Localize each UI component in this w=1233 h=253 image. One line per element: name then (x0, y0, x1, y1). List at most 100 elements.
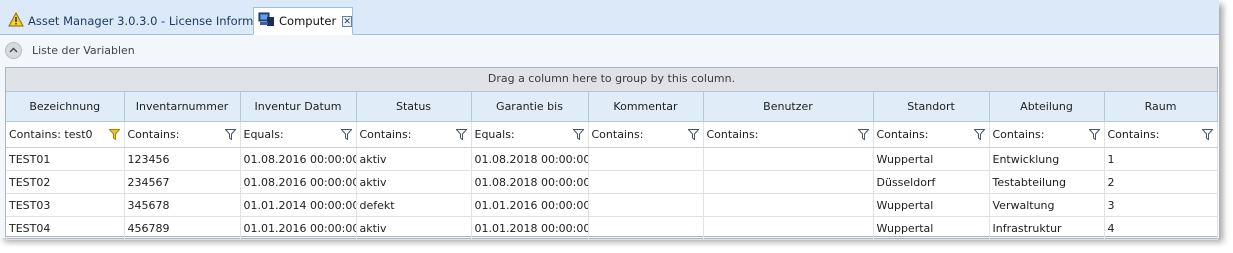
column-header-standort[interactable]: Standort (873, 92, 990, 122)
filter-funnel-icon[interactable] (857, 129, 869, 140)
filter-funnel-icon[interactable] (973, 129, 985, 140)
filter-cell[interactable]: Contains: test0 (6, 121, 125, 148)
filter-text[interactable]: Equals: (244, 128, 284, 141)
filter-cell[interactable]: Equals: (240, 121, 357, 148)
tab-computer[interactable]: Computer ✕ (253, 7, 353, 35)
table-cell[interactable] (588, 193, 704, 217)
filter-funnel-icon[interactable] (1201, 129, 1213, 140)
column-header-inventur-datum[interactable]: Inventur Datum (240, 92, 357, 122)
table-cell[interactable]: 345678 (124, 193, 241, 217)
chevron-up-icon[interactable] (5, 41, 22, 59)
table-cell[interactable] (588, 147, 704, 171)
app-window: Asset Manager 3.0.3.0 - License Informat… (0, 0, 1219, 240)
filter-funnel-icon[interactable] (1088, 129, 1100, 140)
table-cell[interactable] (703, 193, 874, 217)
table-cell[interactable] (588, 170, 704, 194)
table-cell[interactable]: TEST04 (6, 216, 125, 240)
table-cell[interactable]: 3 (1104, 193, 1218, 217)
filter-funnel-icon[interactable] (455, 129, 467, 140)
filter-funnel-icon[interactable] (108, 129, 120, 140)
table-cell[interactable]: 456789 (124, 216, 241, 240)
table-cell[interactable]: 4 (1104, 216, 1218, 240)
table-cell[interactable]: defekt (356, 193, 472, 217)
filter-funnel-icon[interactable] (224, 129, 236, 140)
filter-cell[interactable]: Contains: (356, 121, 472, 148)
table-cell[interactable]: Düsseldorf (873, 170, 990, 194)
filter-cell[interactable]: Contains: (124, 121, 241, 148)
close-icon[interactable]: ✕ (342, 15, 352, 27)
table-cell[interactable]: 01.01.2016 00:00:00 (471, 193, 589, 217)
filter-text[interactable]: Contains: (993, 128, 1045, 141)
table-cell[interactable]: aktiv (356, 216, 472, 240)
warning-icon (8, 11, 24, 30)
data-grid: Drag a column here to group by this colu… (5, 67, 1218, 240)
filter-funnel-icon[interactable] (340, 129, 352, 140)
column-header-raum[interactable]: Raum (1104, 92, 1218, 122)
column-header-bezeichnung[interactable]: Bezeichnung (6, 92, 125, 122)
table-cell[interactable]: 01.08.2018 00:00:00 (471, 170, 589, 194)
table-cell[interactable]: 123456 (124, 147, 241, 171)
table-cell[interactable]: Entwicklung (989, 147, 1105, 171)
table-cell[interactable] (703, 147, 874, 171)
table-cell[interactable]: Wuppertal (873, 216, 990, 240)
table-cell[interactable]: Infrastruktur (989, 216, 1105, 240)
content-panel: Liste der Variablen Drag a column here t… (0, 35, 1219, 240)
computer-icon (258, 12, 275, 30)
table-cell[interactable] (703, 170, 874, 194)
table-cell[interactable]: 2 (1104, 170, 1218, 194)
table-cell[interactable]: Testabteilung (989, 170, 1105, 194)
table-cell[interactable] (703, 216, 874, 240)
table-cell[interactable]: 1 (1104, 147, 1218, 171)
table-cell[interactable]: 01.08.2018 00:00:00 (471, 147, 589, 171)
table-cell[interactable]: Wuppertal (873, 193, 990, 217)
table-cell[interactable]: 234567 (124, 170, 241, 194)
table-cell[interactable]: 01.08.2016 00:00:00 (240, 170, 357, 194)
table-cell[interactable]: 01.01.2014 00:00:00 (240, 193, 357, 217)
filter-cell[interactable]: Contains: (703, 121, 874, 148)
table-cell[interactable]: aktiv (356, 170, 472, 194)
filter-row: Contains: test0 Contains: Equals: Contains:… (6, 121, 1218, 148)
table-row[interactable]: TEST02 234567 01.08.2016 00:00:00 aktiv 01.0… (6, 170, 1218, 194)
filter-text[interactable]: Contains: (128, 128, 180, 141)
filter-text[interactable]: Contains: (877, 128, 929, 141)
filter-cell[interactable]: Contains: (873, 121, 990, 148)
filter-cell[interactable]: Contains: (989, 121, 1105, 148)
table-cell[interactable] (588, 216, 704, 240)
table-row[interactable]: TEST03 345678 01.01.2014 00:00:00 defekt 01.… (6, 193, 1218, 217)
table-cell[interactable]: TEST03 (6, 193, 125, 217)
table-cell[interactable]: TEST02 (6, 170, 125, 194)
table-cell[interactable]: 01.01.2018 00:00:00 (471, 216, 589, 240)
table-row[interactable]: TEST01 123456 01.08.2016 00:00:00 aktiv 01.0… (6, 147, 1218, 171)
column-header-inventarnummer[interactable]: Inventarnummer (124, 92, 241, 122)
column-header-benutzer[interactable]: Benutzer (703, 92, 874, 122)
column-header-status[interactable]: Status (356, 92, 472, 122)
filter-text[interactable]: Contains: (592, 128, 644, 141)
filter-funnel-icon[interactable] (572, 129, 584, 140)
variables-collapse-header[interactable]: Liste der Variablen (5, 40, 135, 60)
filter-cell[interactable]: Equals: (471, 121, 589, 148)
filter-text[interactable]: Contains: test0 (9, 128, 93, 141)
filter-funnel-icon[interactable] (687, 129, 699, 140)
tab-license-information[interactable]: Asset Manager 3.0.3.0 - License Informat… (3, 7, 282, 34)
table-cell[interactable]: TEST01 (6, 147, 125, 171)
table-cell[interactable]: 01.08.2016 00:00:00 (240, 147, 357, 171)
table-row[interactable]: TEST04 456789 01.01.2016 00:00:00 aktiv 01.0… (6, 216, 1218, 240)
table-cell[interactable]: Wuppertal (873, 147, 990, 171)
filter-cell[interactable]: Contains: (588, 121, 704, 148)
table-cell[interactable]: aktiv (356, 147, 472, 171)
table-cell[interactable]: Verwaltung (989, 193, 1105, 217)
column-header-garantie-bis[interactable]: Garantie bis (471, 92, 589, 122)
collapse-label: Liste der Variablen (32, 43, 135, 57)
header-row: Bezeichnung Inventarnummer Inventur Datu… (6, 92, 1218, 122)
group-panel[interactable]: Drag a column here to group by this colu… (6, 68, 1217, 92)
table-cell[interactable]: 01.01.2016 00:00:00 (240, 216, 357, 240)
column-header-kommentar[interactable]: Kommentar (588, 92, 704, 122)
filter-cell[interactable]: Contains: (1104, 121, 1218, 148)
tab-label: Computer (279, 14, 337, 28)
filter-text[interactable]: Contains: (707, 128, 759, 141)
tab-label: Asset Manager 3.0.3.0 - License Informat… (28, 13, 283, 28)
filter-text[interactable]: Contains: (360, 128, 412, 141)
filter-text[interactable]: Equals: (475, 128, 515, 141)
column-header-abteilung[interactable]: Abteilung (989, 92, 1105, 122)
filter-text[interactable]: Contains: (1108, 128, 1160, 141)
